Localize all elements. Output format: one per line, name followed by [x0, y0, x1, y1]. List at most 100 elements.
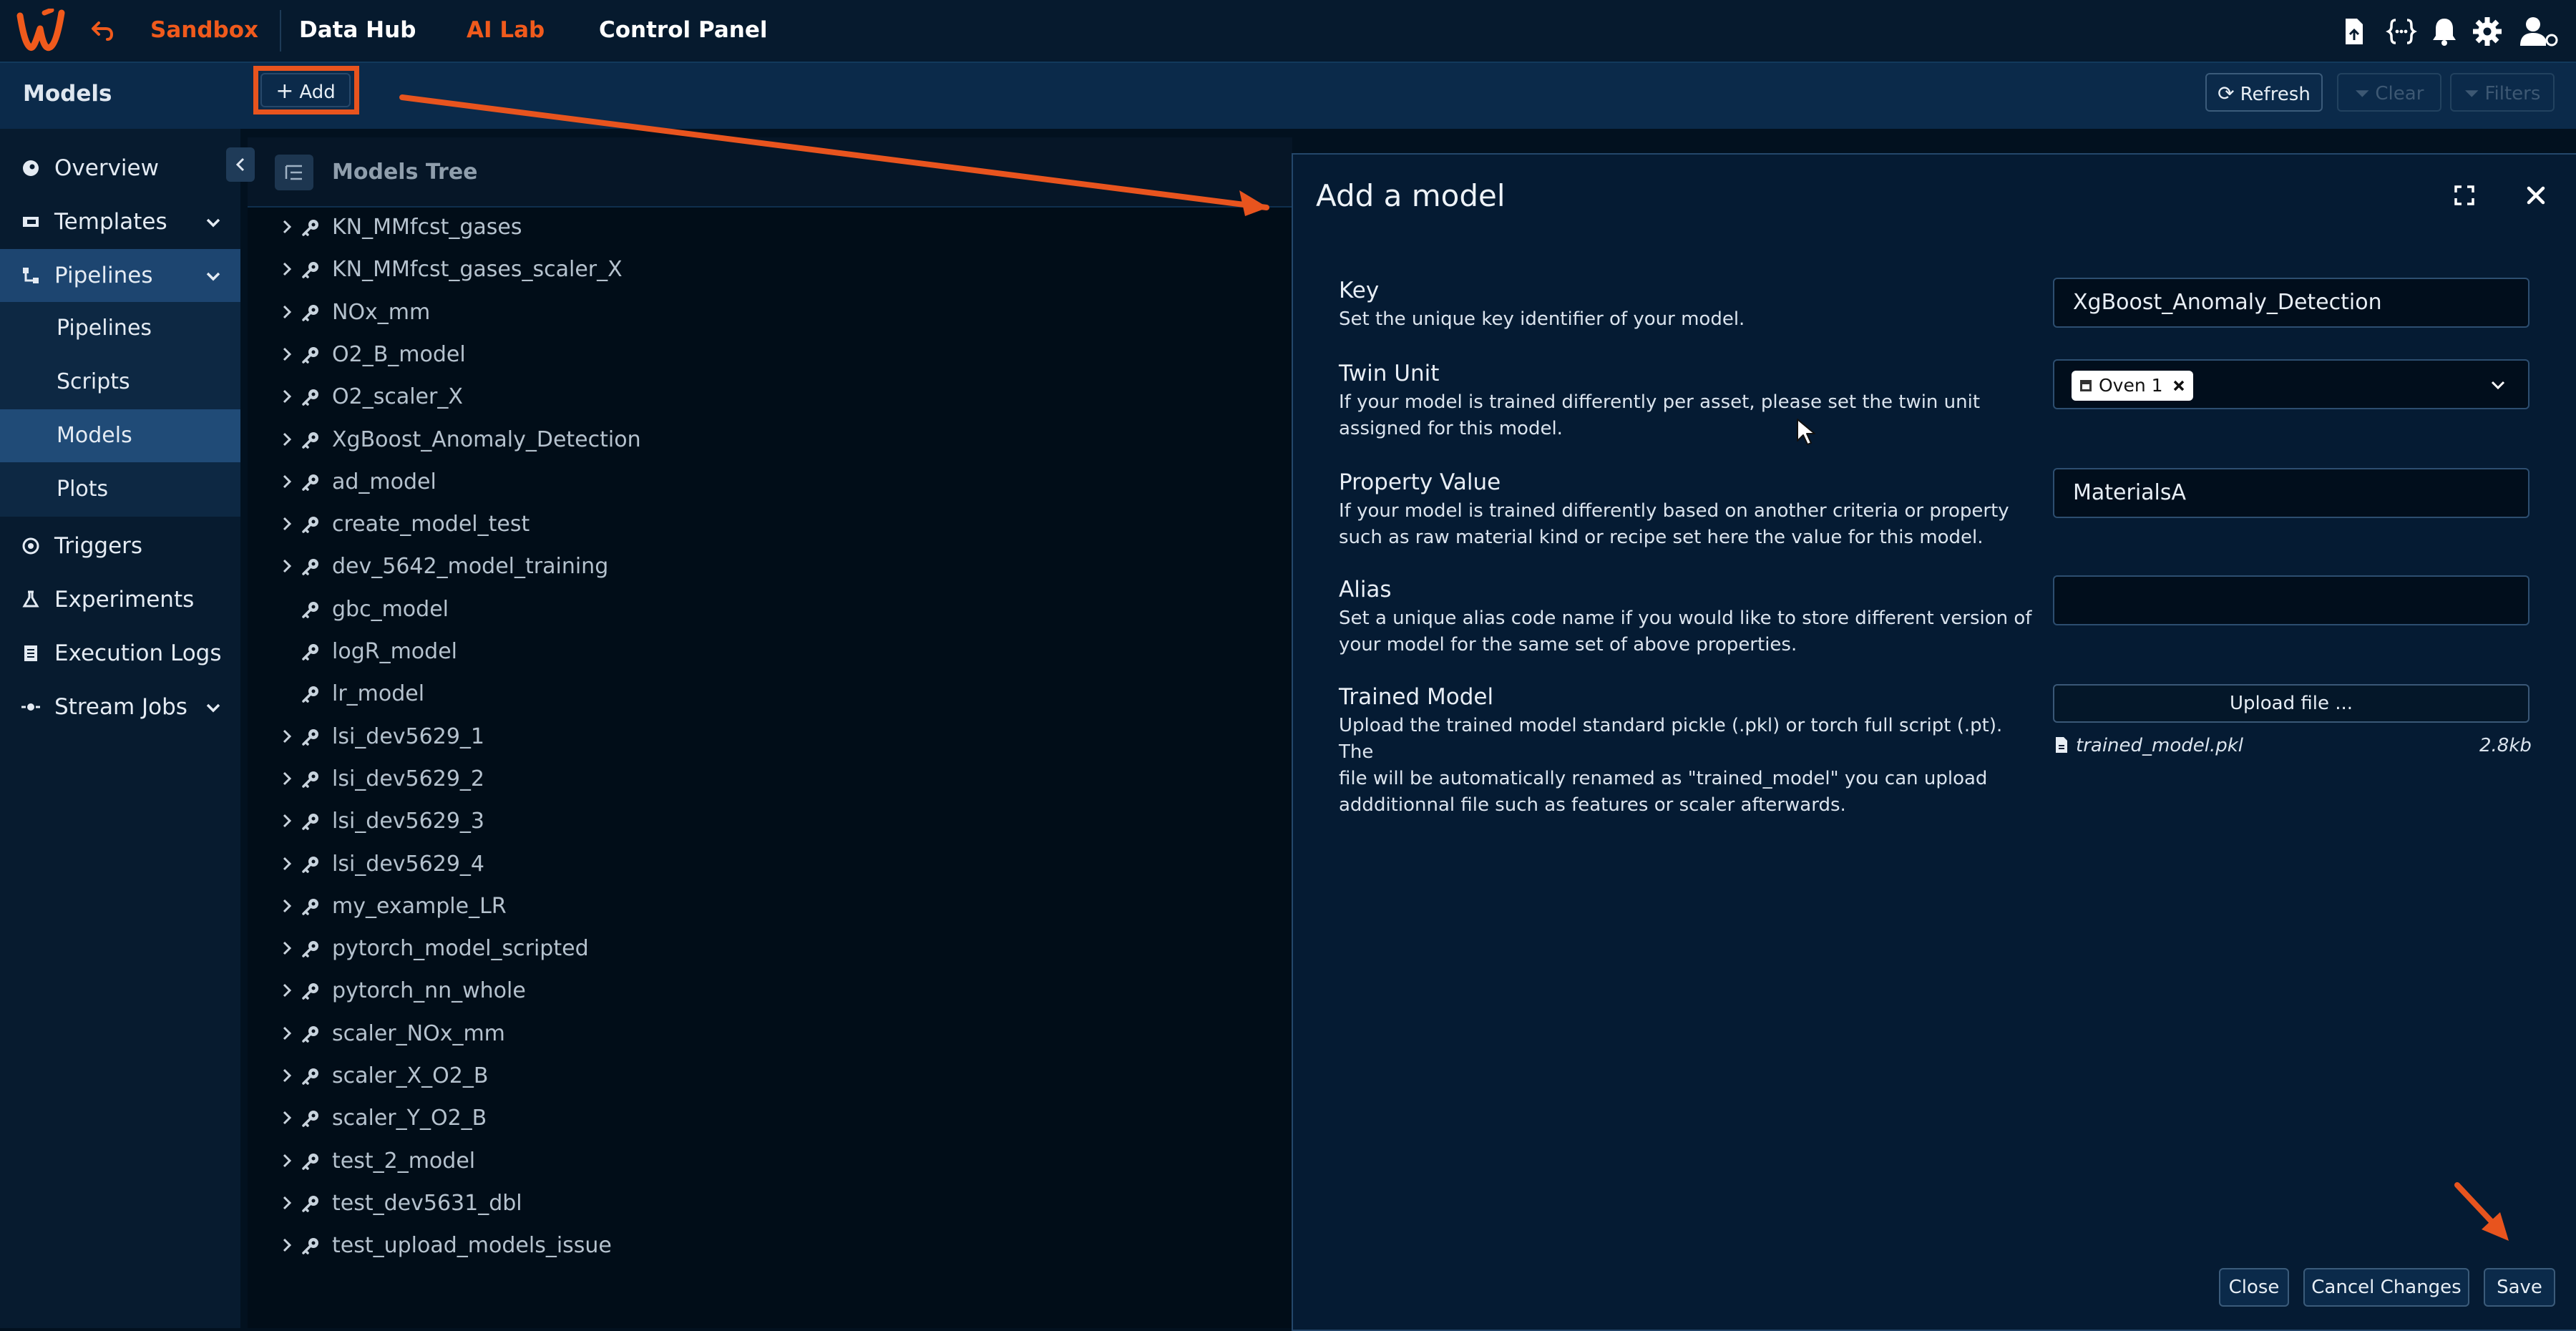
code-braces-icon[interactable] — [2386, 16, 2417, 47]
chevron-right-icon[interactable] — [279, 983, 295, 998]
sidebar-item-pipelines[interactable]: Pipelines — [0, 249, 240, 302]
tree-item[interactable]: gbc_model — [248, 588, 1278, 630]
nav-ai-lab[interactable]: AI Lab — [467, 16, 545, 44]
chevron-down-icon[interactable] — [2488, 375, 2508, 395]
chevron-right-icon[interactable] — [279, 813, 295, 829]
user-settings-icon[interactable] — [2519, 16, 2562, 47]
chevron-right-icon[interactable] — [279, 346, 295, 362]
trained-model-description-line: file will be automatically renamed as "t… — [1339, 768, 1988, 789]
chevron-right-icon[interactable] — [279, 219, 295, 235]
chevron-right-icon[interactable] — [279, 1153, 295, 1169]
tree-item[interactable]: KN_MMfcst_gases_scaler_X — [248, 248, 1278, 291]
chevron-right-icon[interactable] — [279, 1237, 295, 1253]
tree-item[interactable]: my_example_LR — [248, 885, 1278, 927]
tree-item[interactable]: pytorch_nn_whole — [248, 970, 1278, 1012]
chevron-right-icon[interactable] — [279, 898, 295, 914]
key-input[interactable]: XgBoost_Anomaly_Detection — [2053, 278, 2529, 328]
sidebar-item-overview[interactable]: Overview — [0, 142, 240, 195]
tree-item[interactable]: create_model_test — [248, 503, 1278, 545]
chevron-right-icon[interactable] — [279, 856, 295, 872]
sidebar-item-execution-logs[interactable]: Execution Logs — [0, 627, 240, 680]
sidebar-subitem-models[interactable]: Models — [0, 409, 240, 462]
tree-item[interactable]: scaler_Y_O2_B — [248, 1097, 1278, 1139]
tree-item-label: lsi_dev5629_3 — [332, 809, 484, 834]
back-icon[interactable] — [90, 20, 114, 42]
nav-sandbox[interactable]: Sandbox — [150, 16, 258, 44]
save-button[interactable]: Save — [2484, 1268, 2555, 1307]
tree-item[interactable]: lsi_dev5629_4 — [248, 843, 1278, 885]
chevron-right-icon[interactable] — [279, 728, 295, 744]
chevron-right-icon[interactable] — [279, 261, 295, 277]
chevron-right-icon[interactable] — [279, 432, 295, 447]
tree-item[interactable]: lsi_dev5629_1 — [248, 716, 1278, 758]
clear-button-label: Clear — [2375, 83, 2424, 104]
remove-chip-icon[interactable] — [2172, 379, 2186, 393]
stream-icon — [21, 703, 40, 711]
add-file-icon[interactable] — [2338, 16, 2370, 47]
tree-item[interactable]: test_2_model — [248, 1140, 1278, 1182]
tree-item[interactable]: O2_scaler_X — [248, 376, 1278, 418]
add-button[interactable]: + Add — [260, 73, 351, 107]
chevron-right-icon[interactable] — [279, 1195, 295, 1211]
nav-divider — [280, 10, 281, 52]
trained-model-description-line: Upload the trained model standard pickle… — [1339, 715, 2003, 763]
chevron-right-icon[interactable] — [279, 1025, 295, 1041]
gear-icon[interactable] — [2472, 16, 2503, 47]
chevron-right-icon[interactable] — [279, 1110, 295, 1126]
tree-item[interactable]: pytorch_model_scripted — [248, 927, 1278, 970]
uploaded-file-name[interactable]: trained_model.pkl — [2076, 733, 2243, 759]
refresh-button[interactable]: ⟳ Refresh — [2205, 73, 2323, 112]
filters-button[interactable]: ⏷ Filters — [2450, 73, 2555, 112]
close-icon[interactable] — [2525, 185, 2547, 206]
twin-unit-select[interactable]: Oven 1 — [2053, 359, 2529, 409]
tree-item[interactable]: XgBoost_Anomaly_Detection — [248, 419, 1278, 461]
upload-file-button[interactable]: Upload file ... — [2053, 684, 2529, 723]
sidebar-item-stream-jobs[interactable]: Stream Jobs — [0, 681, 240, 733]
chevron-right-icon[interactable] — [279, 389, 295, 404]
tree-item[interactable]: lsi_dev5629_2 — [248, 758, 1278, 800]
bell-icon[interactable] — [2429, 16, 2460, 47]
tree-view-toggle-button[interactable] — [275, 155, 313, 190]
tree-item[interactable]: NOx_mm — [248, 291, 1278, 333]
chevron-right-icon[interactable] — [279, 474, 295, 489]
tree-item-label: pytorch_model_scripted — [332, 936, 589, 962]
sidebar-item-triggers[interactable]: Triggers — [0, 520, 240, 572]
property-value-input[interactable]: MaterialsA — [2053, 468, 2529, 518]
sidebar-subitem-pipelines[interactable]: Pipelines — [0, 302, 240, 355]
chevron-right-icon[interactable] — [279, 304, 295, 320]
nav-data-hub[interactable]: Data Hub — [299, 16, 416, 44]
app-logo-icon[interactable] — [16, 9, 66, 53]
tree-item[interactable]: scaler_NOx_mm — [248, 1013, 1278, 1055]
chevron-right-icon[interactable] — [279, 558, 295, 574]
tree-item[interactable]: lr_model — [248, 673, 1278, 715]
maximize-icon[interactable] — [2454, 185, 2475, 206]
close-button[interactable]: Close — [2219, 1268, 2289, 1307]
tree-item[interactable]: test_dev5631_dbl — [248, 1182, 1278, 1224]
sidebar-subitem-plots[interactable]: Plots — [0, 463, 240, 516]
chevron-right-icon[interactable] — [279, 940, 295, 956]
key-icon — [302, 601, 318, 618]
clear-button[interactable]: ⏷ Clear — [2337, 73, 2441, 112]
chevron-right-icon[interactable] — [279, 516, 295, 532]
tree-item[interactable]: logR_model — [248, 630, 1278, 673]
chevron-right-icon[interactable] — [279, 1068, 295, 1083]
tree-item[interactable]: ad_model — [248, 461, 1278, 503]
chevron-right-icon[interactable] — [279, 771, 295, 786]
key-icon — [302, 389, 318, 406]
tree-item[interactable]: scaler_X_O2_B — [248, 1055, 1278, 1097]
collapse-sidebar-button[interactable] — [226, 147, 255, 182]
oven-icon — [2080, 380, 2092, 391]
sidebar-item-templates[interactable]: Templates — [0, 195, 240, 248]
alias-input[interactable] — [2053, 575, 2529, 625]
sidebar-subitem-scripts[interactable]: Scripts — [0, 356, 240, 409]
tree-item[interactable]: KN_MMfcst_gases — [248, 206, 1278, 248]
tree-item[interactable]: dev_5642_model_training — [248, 545, 1278, 588]
nav-control-panel[interactable]: Control Panel — [599, 16, 767, 44]
tree-item[interactable]: lsi_dev5629_3 — [248, 800, 1278, 842]
cancel-changes-button[interactable]: Cancel Changes — [2303, 1268, 2469, 1307]
tree-item-label: pytorch_nn_whole — [332, 978, 526, 1004]
tree-item[interactable]: O2_B_model — [248, 333, 1278, 376]
sidebar-item-experiments[interactable]: Experiments — [0, 573, 240, 626]
sidebar-item-label: Templates — [54, 209, 167, 235]
tree-item[interactable]: test_upload_models_issue — [248, 1224, 1278, 1267]
